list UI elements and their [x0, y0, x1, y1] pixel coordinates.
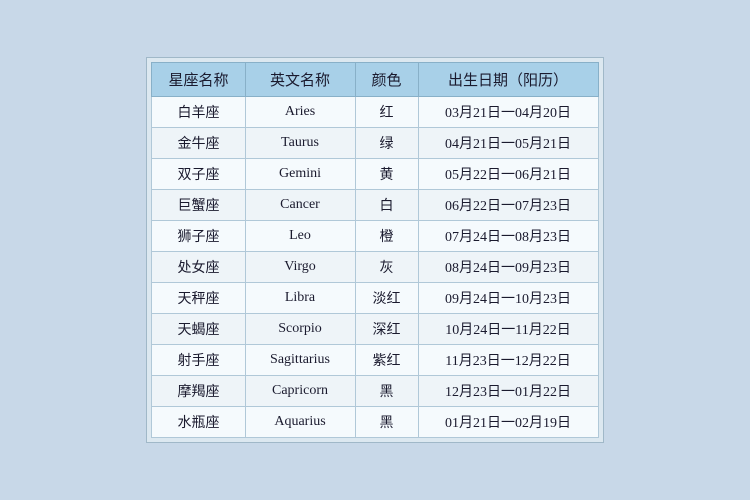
- table-row: 摩羯座Capricorn黑12月23日一01月22日: [152, 376, 598, 407]
- cell-color: 黑: [355, 407, 418, 438]
- zodiac-table-container: 星座名称 英文名称 颜色 出生日期（阳历） 白羊座Aries红03月21日一04…: [146, 57, 603, 443]
- table-row: 双子座Gemini黄05月22日一06月21日: [152, 159, 598, 190]
- cell-color: 紫红: [355, 345, 418, 376]
- cell-color: 绿: [355, 128, 418, 159]
- cell-color: 淡红: [355, 283, 418, 314]
- table-row: 水瓶座Aquarius黑01月21日一02月19日: [152, 407, 598, 438]
- cell-chinese: 水瓶座: [152, 407, 245, 438]
- cell-color: 橙: [355, 221, 418, 252]
- cell-english: Capricorn: [245, 376, 355, 407]
- cell-english: Aquarius: [245, 407, 355, 438]
- cell-color: 红: [355, 97, 418, 128]
- table-header-row: 星座名称 英文名称 颜色 出生日期（阳历）: [152, 63, 598, 97]
- cell-date: 11月23日一12月22日: [418, 345, 598, 376]
- cell-date: 09月24日一10月23日: [418, 283, 598, 314]
- table-row: 射手座Sagittarius紫红11月23日一12月22日: [152, 345, 598, 376]
- header-english: 英文名称: [245, 63, 355, 97]
- cell-english: Scorpio: [245, 314, 355, 345]
- cell-color: 白: [355, 190, 418, 221]
- cell-chinese: 双子座: [152, 159, 245, 190]
- cell-english: Virgo: [245, 252, 355, 283]
- cell-english: Libra: [245, 283, 355, 314]
- table-row: 巨蟹座Cancer白06月22日一07月23日: [152, 190, 598, 221]
- zodiac-table: 星座名称 英文名称 颜色 出生日期（阳历） 白羊座Aries红03月21日一04…: [151, 62, 598, 438]
- header-chinese: 星座名称: [152, 63, 245, 97]
- cell-english: Sagittarius: [245, 345, 355, 376]
- cell-english: Leo: [245, 221, 355, 252]
- cell-english: Aries: [245, 97, 355, 128]
- table-row: 白羊座Aries红03月21日一04月20日: [152, 97, 598, 128]
- cell-date: 10月24日一11月22日: [418, 314, 598, 345]
- cell-date: 12月23日一01月22日: [418, 376, 598, 407]
- table-row: 金牛座Taurus绿04月21日一05月21日: [152, 128, 598, 159]
- header-date: 出生日期（阳历）: [418, 63, 598, 97]
- cell-chinese: 处女座: [152, 252, 245, 283]
- cell-chinese: 射手座: [152, 345, 245, 376]
- cell-chinese: 金牛座: [152, 128, 245, 159]
- cell-date: 07月24日一08月23日: [418, 221, 598, 252]
- cell-color: 黑: [355, 376, 418, 407]
- cell-date: 06月22日一07月23日: [418, 190, 598, 221]
- cell-chinese: 天秤座: [152, 283, 245, 314]
- cell-date: 08月24日一09月23日: [418, 252, 598, 283]
- cell-date: 03月21日一04月20日: [418, 97, 598, 128]
- cell-date: 04月21日一05月21日: [418, 128, 598, 159]
- cell-english: Taurus: [245, 128, 355, 159]
- table-row: 天秤座Libra淡红09月24日一10月23日: [152, 283, 598, 314]
- table-row: 处女座Virgo灰08月24日一09月23日: [152, 252, 598, 283]
- cell-chinese: 狮子座: [152, 221, 245, 252]
- table-row: 狮子座Leo橙07月24日一08月23日: [152, 221, 598, 252]
- header-color: 颜色: [355, 63, 418, 97]
- cell-color: 灰: [355, 252, 418, 283]
- cell-english: Gemini: [245, 159, 355, 190]
- cell-color: 深红: [355, 314, 418, 345]
- cell-english: Cancer: [245, 190, 355, 221]
- cell-chinese: 摩羯座: [152, 376, 245, 407]
- cell-chinese: 白羊座: [152, 97, 245, 128]
- cell-chinese: 巨蟹座: [152, 190, 245, 221]
- cell-chinese: 天蝎座: [152, 314, 245, 345]
- cell-date: 05月22日一06月21日: [418, 159, 598, 190]
- table-row: 天蝎座Scorpio深红10月24日一11月22日: [152, 314, 598, 345]
- cell-date: 01月21日一02月19日: [418, 407, 598, 438]
- cell-color: 黄: [355, 159, 418, 190]
